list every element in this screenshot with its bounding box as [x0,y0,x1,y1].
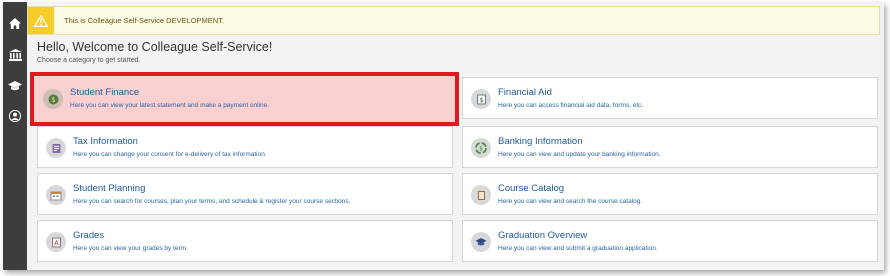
page-title: Hello, Welcome to Colleague Self-Service… [37,40,273,54]
card-title[interactable]: Tax Information [73,136,138,147]
dev-environment-banner: This is Colleague Self-Service DEVELOPME… [27,6,880,35]
card-title[interactable]: Student Planning [73,183,145,194]
card-tax-information[interactable]: Tax Information Here you can change your… [37,126,453,168]
card-student-planning[interactable]: Student Planning Here you can search for… [37,173,453,215]
home-icon[interactable] [6,15,24,31]
card-description: Here you can view and search the course … [498,198,643,205]
money-icon: $ [43,89,63,109]
svg-text:$: $ [479,145,483,152]
card-title[interactable]: Financial Aid [498,87,552,98]
card-financial-aid[interactable]: $ Financial Aid Here you can access fina… [462,77,878,119]
banner-text: This is Colleague Self-Service DEVELOPME… [64,16,225,25]
card-title[interactable]: Banking Information [498,136,583,147]
card-description: Here you can change your consent for e-d… [73,151,267,158]
grades-icon: A [46,232,66,252]
planning-icon [46,185,66,205]
card-description: Here you can access financial aid data, … [498,102,644,109]
tax-form-icon [46,138,66,158]
banking-icon: $ [471,138,491,158]
card-title[interactable]: Course Catalog [498,183,564,194]
card-student-finance[interactable]: $ Student Finance Here you can view your… [30,72,459,126]
graduation-cap-icon[interactable] [6,78,24,94]
card-description: Here you can search for courses, plan yo… [73,198,351,205]
catalog-icon [471,185,491,205]
bank-icon[interactable] [6,47,24,63]
card-description: Here you can view and submit a graduatio… [498,245,658,252]
card-description: Here you can view your latest statement … [70,102,270,109]
financial-aid-icon: $ [471,89,491,109]
page-subtitle: Choose a category to get started. [37,57,141,64]
card-title[interactable]: Grades [73,230,104,241]
card-banking-information[interactable]: $ Banking Information Here you can view … [462,126,878,168]
sidebar [3,2,27,270]
graduation-icon [471,232,491,252]
svg-text:$: $ [51,96,55,104]
card-description: Here you can view and update your bankin… [498,151,661,158]
app-window: This is Colleague Self-Service DEVELOPME… [3,2,884,270]
card-course-catalog[interactable]: Course Catalog Here you can view and sea… [462,173,878,215]
card-description: Here you can view your grades by term. [73,245,188,252]
card-title[interactable]: Graduation Overview [498,230,587,241]
svg-text:$: $ [479,97,483,104]
card-title[interactable]: Student Finance [70,87,139,98]
card-grades[interactable]: A Grades Here you can view your grades b… [37,220,453,262]
user-icon[interactable] [6,108,24,124]
warning-icon [28,7,54,34]
card-graduation-overview[interactable]: Graduation Overview Here you can view an… [462,220,878,262]
svg-text:A: A [54,239,59,247]
